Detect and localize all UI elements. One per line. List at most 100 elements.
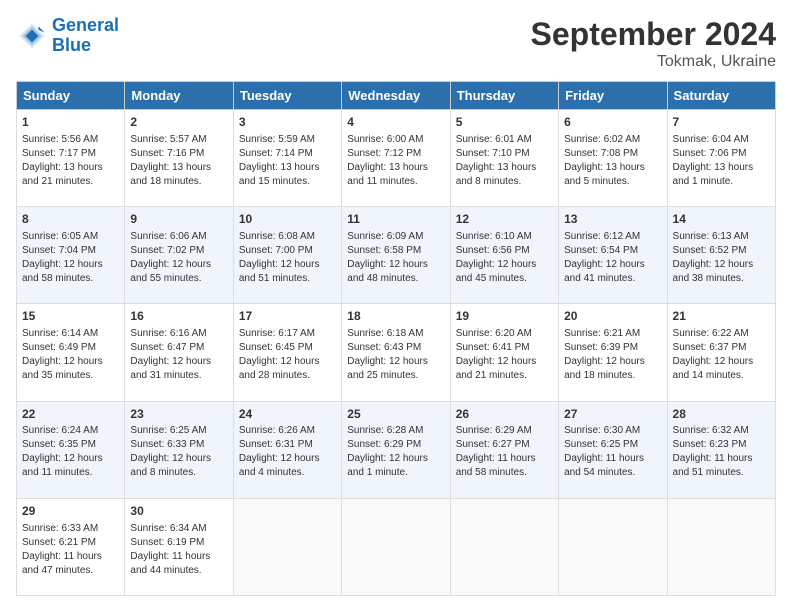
day-info: and 8 minutes. <box>456 175 553 189</box>
day-info: and 21 minutes. <box>22 175 119 189</box>
day-info: Sunrise: 6:34 AM <box>130 522 227 536</box>
day-info: Sunset: 6:25 PM <box>564 438 661 452</box>
day-info: Sunrise: 6:05 AM <box>22 230 119 244</box>
day-info: and 11 minutes. <box>22 466 119 480</box>
day-info: Sunrise: 6:26 AM <box>239 424 336 438</box>
day-info: Sunrise: 6:29 AM <box>456 424 553 438</box>
day-number: 3 <box>239 114 336 131</box>
day-info: Sunset: 6:39 PM <box>564 341 661 355</box>
calendar-week-4: 22Sunrise: 6:24 AMSunset: 6:35 PMDayligh… <box>17 401 776 498</box>
calendar-cell: 25Sunrise: 6:28 AMSunset: 6:29 PMDayligh… <box>342 401 450 498</box>
day-info: Sunset: 7:14 PM <box>239 147 336 161</box>
day-info: Sunrise: 6:14 AM <box>22 327 119 341</box>
calendar-cell: 16Sunrise: 6:16 AMSunset: 6:47 PMDayligh… <box>125 304 233 401</box>
day-number: 13 <box>564 211 661 228</box>
day-info: Sunrise: 6:32 AM <box>673 424 770 438</box>
day-info: Sunrise: 5:59 AM <box>239 133 336 147</box>
day-number: 21 <box>673 308 770 325</box>
day-info: and 44 minutes. <box>130 564 227 578</box>
calendar-week-2: 8Sunrise: 6:05 AMSunset: 7:04 PMDaylight… <box>17 207 776 304</box>
day-info: Daylight: 13 hours <box>130 161 227 175</box>
day-info: Sunset: 6:31 PM <box>239 438 336 452</box>
day-info: Sunrise: 6:00 AM <box>347 133 444 147</box>
calendar-cell: 30Sunrise: 6:34 AMSunset: 6:19 PMDayligh… <box>125 498 233 595</box>
day-info: Sunrise: 6:02 AM <box>564 133 661 147</box>
day-info: Sunset: 6:41 PM <box>456 341 553 355</box>
day-info: Daylight: 11 hours <box>22 550 119 564</box>
calendar-cell: 1Sunrise: 5:56 AMSunset: 7:17 PMDaylight… <box>17 110 125 207</box>
day-number: 7 <box>673 114 770 131</box>
day-info: and 18 minutes. <box>564 369 661 383</box>
day-info: Sunrise: 6:12 AM <box>564 230 661 244</box>
day-info: and 41 minutes. <box>564 272 661 286</box>
day-info: Sunrise: 6:08 AM <box>239 230 336 244</box>
calendar-cell: 27Sunrise: 6:30 AMSunset: 6:25 PMDayligh… <box>559 401 667 498</box>
calendar-cell: 14Sunrise: 6:13 AMSunset: 6:52 PMDayligh… <box>667 207 775 304</box>
logo-line2: Blue <box>52 35 91 55</box>
calendar-cell: 7Sunrise: 6:04 AMSunset: 7:06 PMDaylight… <box>667 110 775 207</box>
calendar-cell: 13Sunrise: 6:12 AMSunset: 6:54 PMDayligh… <box>559 207 667 304</box>
day-info: Sunset: 7:12 PM <box>347 147 444 161</box>
day-info: Sunset: 7:06 PM <box>673 147 770 161</box>
day-number: 2 <box>130 114 227 131</box>
day-info: Sunset: 6:43 PM <box>347 341 444 355</box>
day-info: Daylight: 13 hours <box>347 161 444 175</box>
day-info: and 1 minute. <box>347 466 444 480</box>
calendar-cell: 3Sunrise: 5:59 AMSunset: 7:14 PMDaylight… <box>233 110 341 207</box>
day-info: Sunrise: 6:21 AM <box>564 327 661 341</box>
day-info: Daylight: 13 hours <box>673 161 770 175</box>
day-info: and 55 minutes. <box>130 272 227 286</box>
day-number: 18 <box>347 308 444 325</box>
day-info: and 51 minutes. <box>239 272 336 286</box>
calendar-cell: 26Sunrise: 6:29 AMSunset: 6:27 PMDayligh… <box>450 401 558 498</box>
day-number: 17 <box>239 308 336 325</box>
day-info: Daylight: 12 hours <box>564 258 661 272</box>
day-info: and 47 minutes. <box>22 564 119 578</box>
calendar-week-1: 1Sunrise: 5:56 AMSunset: 7:17 PMDaylight… <box>17 110 776 207</box>
day-info: Daylight: 12 hours <box>22 355 119 369</box>
calendar-cell: 4Sunrise: 6:00 AMSunset: 7:12 PMDaylight… <box>342 110 450 207</box>
calendar-cell: 10Sunrise: 6:08 AMSunset: 7:00 PMDayligh… <box>233 207 341 304</box>
day-number: 30 <box>130 503 227 520</box>
day-info: Daylight: 13 hours <box>456 161 553 175</box>
day-info: Sunrise: 5:57 AM <box>130 133 227 147</box>
logo: General Blue <box>16 16 119 56</box>
day-info: and 21 minutes. <box>456 369 553 383</box>
day-info: Sunrise: 6:18 AM <box>347 327 444 341</box>
logo-icon <box>16 20 48 52</box>
day-info: Daylight: 12 hours <box>130 355 227 369</box>
day-info: Daylight: 12 hours <box>673 355 770 369</box>
day-info: Daylight: 12 hours <box>456 355 553 369</box>
day-number: 10 <box>239 211 336 228</box>
day-info: and 14 minutes. <box>673 369 770 383</box>
day-info: Sunset: 6:33 PM <box>130 438 227 452</box>
day-info: Daylight: 12 hours <box>564 355 661 369</box>
day-info: Sunrise: 6:28 AM <box>347 424 444 438</box>
day-info: and 18 minutes. <box>130 175 227 189</box>
day-info: Sunset: 6:47 PM <box>130 341 227 355</box>
day-number: 28 <box>673 406 770 423</box>
day-info: Sunrise: 6:16 AM <box>130 327 227 341</box>
day-info: Sunset: 6:49 PM <box>22 341 119 355</box>
day-number: 20 <box>564 308 661 325</box>
day-info: Sunset: 7:10 PM <box>456 147 553 161</box>
day-info: Sunset: 6:21 PM <box>22 536 119 550</box>
day-info: Daylight: 12 hours <box>22 452 119 466</box>
day-number: 9 <box>130 211 227 228</box>
title-section: September 2024 Tokmak, Ukraine <box>531 16 776 71</box>
calendar-cell: 12Sunrise: 6:10 AMSunset: 6:56 PMDayligh… <box>450 207 558 304</box>
calendar-cell: 17Sunrise: 6:17 AMSunset: 6:45 PMDayligh… <box>233 304 341 401</box>
day-info: Daylight: 12 hours <box>239 452 336 466</box>
calendar-week-3: 15Sunrise: 6:14 AMSunset: 6:49 PMDayligh… <box>17 304 776 401</box>
header-row: Sunday Monday Tuesday Wednesday Thursday… <box>17 82 776 110</box>
day-info: Sunset: 6:58 PM <box>347 244 444 258</box>
header-saturday: Saturday <box>667 82 775 110</box>
calendar-cell <box>233 498 341 595</box>
day-info: Daylight: 11 hours <box>673 452 770 466</box>
day-info: Sunset: 6:45 PM <box>239 341 336 355</box>
day-info: Daylight: 11 hours <box>564 452 661 466</box>
calendar-cell: 22Sunrise: 6:24 AMSunset: 6:35 PMDayligh… <box>17 401 125 498</box>
day-info: Sunrise: 6:10 AM <box>456 230 553 244</box>
day-info: Daylight: 12 hours <box>347 258 444 272</box>
calendar-cell: 19Sunrise: 6:20 AMSunset: 6:41 PMDayligh… <box>450 304 558 401</box>
